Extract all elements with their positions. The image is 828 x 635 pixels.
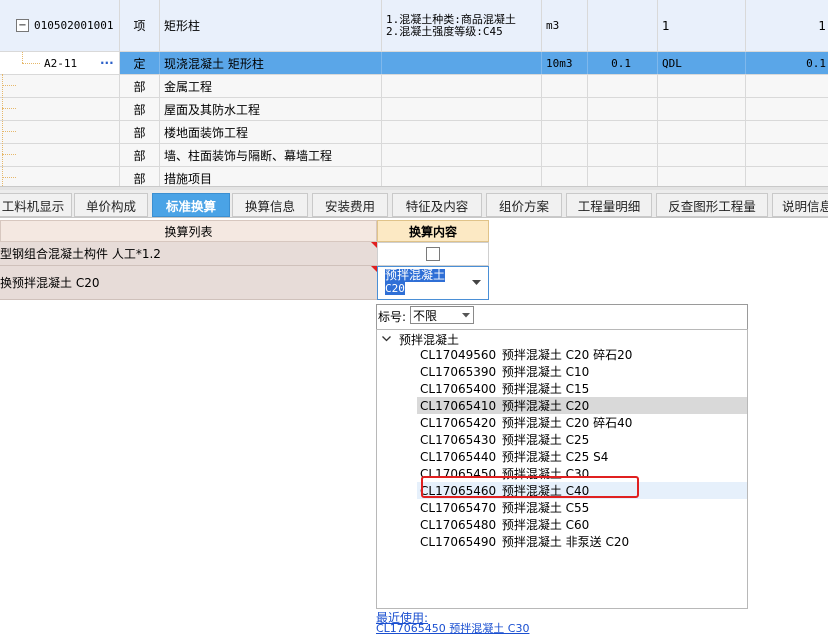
list-item[interactable]: CL17065400 预拌混凝土 C15 bbox=[420, 380, 589, 397]
item-grid: − 010502001001 项 矩形柱 1.混凝土种类:商品混凝土 2.混凝土… bbox=[0, 0, 828, 186]
table-row[interactable]: − 010502001001 项 矩形柱 1.混凝土种类:商品混凝土 2.混凝土… bbox=[0, 0, 828, 52]
detail-tab-bar: 工料机显示 单价构成 标准换算 换算信息 安装费用 特征及内容 组价方案 工程量… bbox=[0, 190, 828, 218]
item-name: 矩形柱 bbox=[160, 0, 382, 51]
conversion-label: 型钢组合混凝土构件 人工*1.2 bbox=[0, 247, 161, 261]
list-item[interactable]: CL17049560 预拌混凝土 C20 碎石20 bbox=[420, 346, 632, 363]
item-code: A2-11 bbox=[44, 56, 78, 70]
grade-filter-value: 不限 bbox=[413, 308, 438, 323]
concrete-select-value-line2: C20 bbox=[385, 282, 405, 295]
item-features: 1.混凝土种类:商品混凝土 2.混凝土强度等级:C45 bbox=[382, 0, 542, 51]
tab-conversion-info[interactable]: 换算信息 bbox=[232, 193, 308, 217]
table-row[interactable]: 部 金属工程 bbox=[0, 75, 828, 98]
section-name: 金属工程 bbox=[160, 75, 382, 97]
item-unit: 10m3 bbox=[542, 52, 588, 74]
ellipsis-button[interactable]: ··· bbox=[100, 56, 114, 70]
list-item[interactable]: CL17065420 预拌混凝土 C20 碎石40 bbox=[420, 414, 632, 431]
list-item[interactable]: CL17065490 预拌混凝土 非泵送 C20 bbox=[420, 533, 629, 550]
tab-standard-conversion[interactable]: 标准换算 bbox=[152, 193, 230, 217]
item-expr: QDL bbox=[658, 52, 746, 74]
highlight-annotation-box bbox=[421, 476, 639, 498]
tab-install-fee[interactable]: 安装费用 bbox=[312, 193, 388, 217]
recent-usage-link[interactable]: CL17065450 预拌混凝土 C30 bbox=[376, 623, 529, 635]
item-code: 010502001001 bbox=[34, 19, 114, 32]
group-node[interactable]: 预拌混凝土 bbox=[382, 331, 459, 347]
list-item[interactable]: CL17065470 预拌混凝土 C55 bbox=[420, 499, 589, 516]
tab-labor-material[interactable]: 工料机显示 bbox=[0, 193, 72, 217]
tab-quantity-detail[interactable]: 工程量明细 bbox=[566, 193, 652, 217]
grade-filter-select[interactable]: 不限 bbox=[410, 306, 474, 324]
list-item[interactable]: CL17065430 预拌混凝土 C25 bbox=[420, 431, 589, 448]
concrete-select-value-line1: 预拌混凝土 bbox=[385, 268, 446, 282]
tab-unit-price[interactable]: 单价构成 bbox=[74, 193, 148, 217]
table-row[interactable]: 部 屋面及其防水工程 bbox=[0, 98, 828, 121]
list-item[interactable]: CL17065480 预拌混凝土 C60 bbox=[420, 516, 589, 533]
list-item[interactable]: CL17065440 预拌混凝土 C25 S4 bbox=[420, 448, 608, 465]
section-name: 墙、柱面装饰与隔断、幕墙工程 bbox=[160, 144, 382, 166]
grade-filter-label: 标号: bbox=[378, 309, 407, 324]
table-row-selected[interactable]: A2-11 ··· 定 现浇混凝土 矩形柱 10m3 0.1 QDL 0.1 bbox=[0, 52, 828, 75]
table-row[interactable]: 部 墙、柱面装饰与隔断、幕墙工程 bbox=[0, 144, 828, 167]
item-type: 项 bbox=[120, 0, 160, 51]
group-label: 预拌混凝土 bbox=[399, 332, 460, 347]
item-unit: m3 bbox=[542, 0, 588, 51]
chevron-down-icon bbox=[462, 313, 470, 318]
tab-pricing-plan[interactable]: 组价方案 bbox=[486, 193, 562, 217]
list-item-current[interactable]: CL17065410 预拌混凝土 C20 bbox=[420, 397, 589, 414]
table-row[interactable]: 部 措施项目 bbox=[0, 167, 828, 186]
concrete-select[interactable]: 预拌混凝土 C20 bbox=[377, 266, 489, 300]
conversion-content-header: 换算内容 bbox=[377, 220, 489, 242]
item-qty: 0.1 bbox=[806, 56, 826, 70]
item-expr: 1 bbox=[658, 0, 746, 51]
item-qty: 1 bbox=[818, 18, 826, 33]
item-coef: 0.1 bbox=[588, 52, 658, 74]
section-name: 屋面及其防水工程 bbox=[160, 98, 382, 120]
tab-description[interactable]: 说明信息 bbox=[772, 193, 828, 217]
conversion-checkbox[interactable] bbox=[426, 247, 440, 261]
conversion-row[interactable]: 换预拌混凝土 C20 bbox=[0, 266, 377, 300]
collapse-toggle-icon[interactable]: − bbox=[16, 19, 29, 32]
conversion-row[interactable]: 型钢组合混凝土构件 人工*1.2 bbox=[0, 242, 377, 266]
dropdown-arrow-icon[interactable] bbox=[468, 275, 484, 291]
chevron-down-icon bbox=[382, 336, 391, 342]
tab-features[interactable]: 特征及内容 bbox=[392, 193, 482, 217]
table-row[interactable]: 部 楼地面装饰工程 bbox=[0, 121, 828, 144]
item-name: 现浇混凝土 矩形柱 bbox=[160, 52, 382, 74]
section-name: 楼地面装饰工程 bbox=[160, 121, 382, 143]
conversion-check-cell bbox=[377, 242, 489, 266]
section-name: 措施项目 bbox=[160, 167, 382, 186]
conversion-label: 换预拌混凝土 C20 bbox=[0, 276, 100, 290]
item-type: 定 bbox=[120, 52, 160, 74]
list-item[interactable]: CL17065390 预拌混凝土 C10 bbox=[420, 363, 589, 380]
tab-reverse-quantity[interactable]: 反查图形工程量 bbox=[656, 193, 768, 217]
conversion-list-header: 换算列表 bbox=[0, 220, 377, 242]
